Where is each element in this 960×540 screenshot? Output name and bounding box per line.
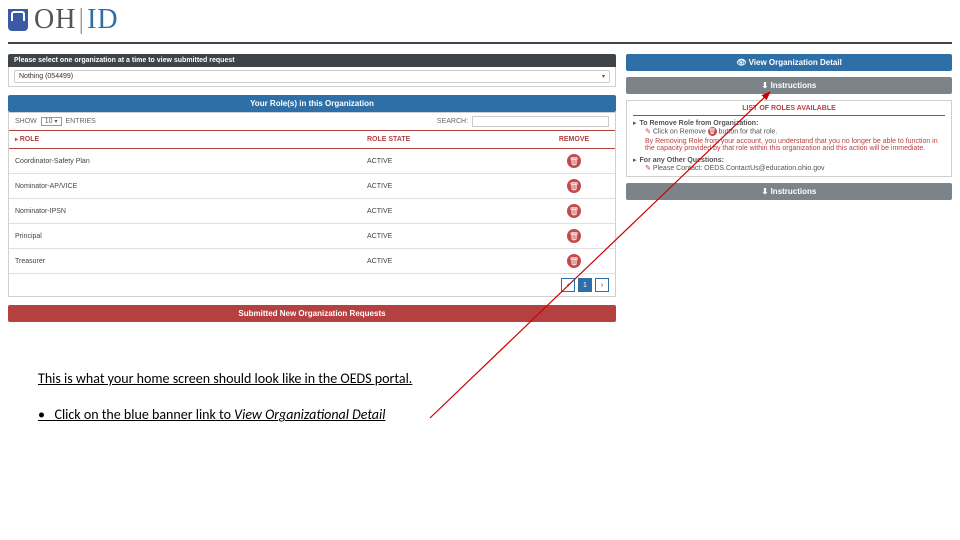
trash-icon: 🗑	[708, 127, 717, 136]
table-row: TreasurerACTIVE🗑	[9, 249, 615, 274]
header-rule	[8, 42, 952, 44]
submitted-requests-header: Submitted New Organization Requests	[8, 305, 616, 322]
pagination: ‹ 1 ›	[9, 274, 615, 296]
search-control: SEARCH:	[437, 116, 609, 127]
instructions-header: ⬇ Instructions	[626, 77, 952, 94]
table-row: Coordinator-Safety PlanACTIVE🗑	[9, 149, 615, 174]
select-org-prompt: Please select one organization at a time…	[8, 54, 616, 67]
org-select[interactable]: Nothing (054499) ▾	[14, 70, 610, 83]
eye-icon: 👁	[736, 58, 748, 67]
entries-select[interactable]: 10 ▾	[41, 117, 62, 126]
roles-header: Your Role(s) in this Organization	[8, 95, 616, 112]
portal-screenshot: Please select one organization at a time…	[0, 54, 960, 322]
page-next[interactable]: ›	[595, 278, 609, 292]
entries-control: SHOW 10 ▾ ENTRIES	[15, 117, 96, 126]
page-prev[interactable]: ‹	[561, 278, 575, 292]
trash-icon[interactable]: 🗑	[567, 254, 581, 268]
logo-id: ID	[87, 4, 119, 36]
logo-oh: OH	[34, 4, 76, 36]
org-selected-value: Nothing (054499)	[19, 73, 73, 80]
chevron-down-icon: ▾	[602, 73, 605, 80]
annotation-text: This is what your home screen should loo…	[38, 368, 412, 427]
search-input[interactable]	[472, 116, 609, 127]
roles-available-title: LIST OF ROLES AVAILABLE	[633, 105, 945, 116]
org-select-row: Nothing (054499) ▾	[8, 67, 616, 87]
ohid-logo: OH | ID	[0, 0, 960, 40]
instructions-header-2: ⬇ Instructions	[626, 183, 952, 200]
annotation-line1: This is what your home screen should loo…	[38, 368, 412, 390]
trash-icon[interactable]: 🗑	[567, 204, 581, 218]
table-row: PrincipalACTIVE🗑	[9, 224, 615, 249]
download-icon: ⬇	[762, 187, 771, 196]
trash-icon[interactable]: 🗑	[567, 179, 581, 193]
logo-divider: |	[78, 4, 85, 36]
annotation-line2: • Click on the blue banner link to View …	[38, 404, 412, 426]
page-current[interactable]: 1	[578, 278, 592, 292]
trash-icon[interactable]: 🗑	[567, 154, 581, 168]
view-org-detail-button[interactable]: 👁 View Organization Detail	[626, 54, 952, 71]
lock-shield-icon	[8, 9, 28, 31]
instructions-panel: LIST OF ROLES AVAILABLE ▸To Remove Role …	[626, 100, 952, 177]
table-row: Nominator-IPSNACTIVE🗑	[9, 199, 615, 224]
table-row: Nominator-AP/VICEACTIVE🗑	[9, 174, 615, 199]
trash-icon[interactable]: 🗑	[567, 229, 581, 243]
table-header: ▸ ROLE ROLE STATE REMOVE	[9, 130, 615, 149]
roles-table: SHOW 10 ▾ ENTRIES SEARCH: ▸ ROLE ROLE ST…	[8, 112, 616, 297]
download-icon: ⬇	[762, 81, 771, 90]
